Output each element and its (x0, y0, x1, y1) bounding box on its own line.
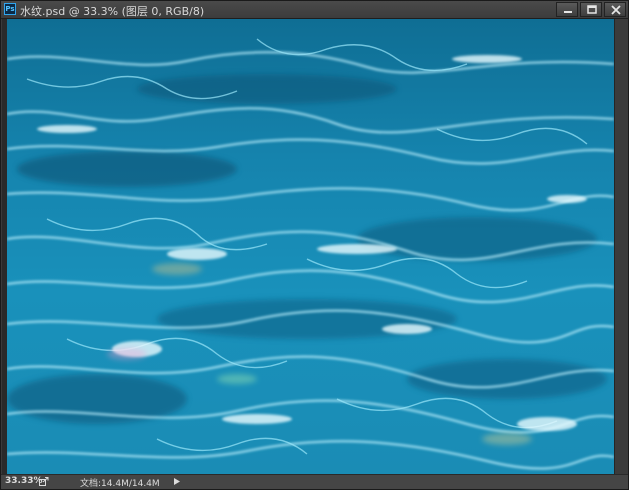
maximize-icon (587, 5, 597, 14)
minimize-icon (564, 11, 572, 13)
window-controls (554, 1, 626, 18)
status-bar: 33.33% 文档:14.4M/14.4M (1, 474, 628, 489)
water-ripple-artwork (6, 19, 615, 474)
minimize-button[interactable] (556, 2, 578, 17)
close-button[interactable] (604, 2, 626, 17)
document-window: Ps 水纹.psd @ 33.3% (图层 0, RGB/8) 33.33% 文… (0, 0, 629, 490)
close-icon (611, 5, 621, 15)
share-icon[interactable] (39, 477, 49, 486)
maximize-button[interactable] (580, 2, 602, 17)
document-size-info: 文档:14.4M/14.4M (80, 479, 160, 489)
document-title: 水纹.psd @ 33.3% (图层 0, RGB/8) (20, 5, 205, 18)
vertical-scrollbar[interactable] (614, 19, 628, 474)
document-tab-titlebar[interactable]: Ps 水纹.psd @ 33.3% (图层 0, RGB/8) (1, 1, 628, 19)
canvas-area[interactable] (2, 19, 627, 474)
water-ripple-image[interactable] (6, 19, 615, 474)
play-arrow-icon[interactable] (174, 478, 180, 485)
photoshop-app-icon: Ps (4, 3, 16, 15)
zoom-level-field[interactable]: 33.33% (5, 476, 43, 486)
